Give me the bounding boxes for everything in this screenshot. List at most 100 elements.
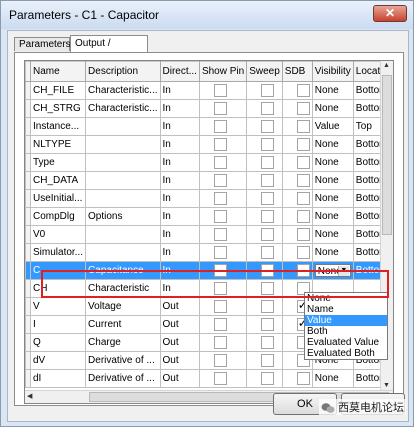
sdb-checkbox[interactable] bbox=[296, 138, 310, 151]
dropdown-option[interactable]: Evaluated Value bbox=[305, 337, 387, 348]
sweep-checkbox[interactable] bbox=[261, 174, 275, 187]
sweep-checkbox[interactable] bbox=[261, 228, 275, 241]
visibility-cell[interactable]: None bbox=[311, 171, 354, 190]
visibility-cell[interactable]: None bbox=[311, 369, 354, 388]
sweep-checkbox[interactable] bbox=[261, 210, 275, 223]
sweep-cell bbox=[246, 189, 283, 208]
sdb-checkbox[interactable] bbox=[296, 210, 310, 223]
visibility-cell[interactable]: Value bbox=[311, 117, 354, 136]
show-pin-checkbox[interactable] bbox=[213, 120, 227, 133]
visibility-cell[interactable]: None bbox=[311, 135, 354, 154]
sweep-cell bbox=[246, 171, 283, 190]
show-pin-cell bbox=[198, 171, 248, 190]
dropdown-option[interactable]: Name bbox=[305, 304, 387, 315]
sweep-cell bbox=[246, 81, 283, 100]
close-button[interactable]: ✕ bbox=[373, 5, 407, 22]
show-pin-cell bbox=[198, 135, 248, 154]
sweep-checkbox[interactable] bbox=[261, 138, 275, 151]
sweep-checkbox[interactable] bbox=[261, 120, 275, 133]
column-header-sweep[interactable]: Sweep bbox=[246, 61, 283, 82]
sdb-checkbox[interactable] bbox=[296, 228, 310, 241]
column-header-description[interactable]: Description bbox=[85, 61, 161, 82]
visibility-cell[interactable]: None bbox=[311, 243, 354, 262]
show-pin-checkbox[interactable] bbox=[213, 300, 227, 313]
table-row[interactable]: Type In None Bottom bbox=[25, 153, 393, 172]
column-header-name[interactable]: Name bbox=[29, 61, 87, 82]
visibility-cell[interactable]: None bbox=[311, 207, 354, 226]
description-cell: Derivative of ... bbox=[85, 369, 161, 388]
scroll-up-icon[interactable]: ▲ bbox=[383, 62, 390, 69]
sweep-checkbox[interactable] bbox=[261, 354, 275, 367]
sdb-cell bbox=[281, 369, 313, 388]
description-cell: Current bbox=[85, 315, 161, 334]
show-pin-checkbox[interactable] bbox=[213, 336, 227, 349]
show-pin-checkbox[interactable] bbox=[213, 84, 227, 97]
table-row[interactable]: CH_FILE Characteristic... In None Bottom bbox=[25, 81, 393, 100]
sdb-checkbox[interactable] bbox=[296, 120, 310, 133]
show-pin-checkbox[interactable] bbox=[213, 138, 227, 151]
show-pin-checkbox[interactable] bbox=[213, 210, 227, 223]
table-row[interactable]: dI Derivative of ... Out None Bottom bbox=[25, 369, 393, 388]
show-pin-checkbox[interactable] bbox=[213, 102, 227, 115]
show-pin-checkbox[interactable] bbox=[213, 174, 227, 187]
dropdown-option[interactable]: Evaluated Both bbox=[305, 348, 387, 359]
sdb-checkbox[interactable] bbox=[296, 156, 310, 169]
show-pin-checkbox[interactable] bbox=[213, 156, 227, 169]
direction-cell: In bbox=[159, 81, 200, 100]
column-header-visibility[interactable]: Visibility bbox=[311, 61, 354, 82]
description-cell bbox=[85, 171, 161, 190]
sdb-checkbox[interactable] bbox=[296, 84, 310, 97]
sweep-checkbox[interactable] bbox=[261, 300, 275, 313]
sweep-checkbox[interactable] bbox=[261, 156, 275, 169]
sdb-checkbox[interactable] bbox=[296, 174, 310, 187]
scroll-down-icon[interactable]: ▼ bbox=[383, 382, 390, 389]
sweep-checkbox[interactable] bbox=[261, 192, 275, 205]
show-pin-cell bbox=[198, 243, 248, 262]
dropdown-option[interactable]: Value bbox=[305, 315, 387, 326]
description-cell bbox=[85, 153, 161, 172]
table-row[interactable]: Instance... In Value Top bbox=[25, 117, 393, 136]
sdb-checkbox[interactable] bbox=[296, 102, 310, 115]
table-row[interactable]: Simulator... In None Bottom bbox=[25, 243, 393, 262]
tab-parameters[interactable]: Parameters bbox=[14, 37, 71, 51]
show-pin-checkbox[interactable] bbox=[213, 192, 227, 205]
description-cell: Options bbox=[85, 207, 161, 226]
sweep-checkbox[interactable] bbox=[261, 246, 275, 259]
sweep-checkbox[interactable] bbox=[261, 84, 275, 97]
column-header-show-pin[interactable]: Show Pin bbox=[198, 61, 248, 82]
table-row[interactable]: CompDlg Options In None Bottom bbox=[25, 207, 393, 226]
sdb-cell bbox=[281, 117, 313, 136]
show-pin-checkbox[interactable] bbox=[213, 228, 227, 241]
show-pin-checkbox[interactable] bbox=[213, 372, 227, 385]
tab-output-display[interactable]: Output / Display bbox=[70, 35, 148, 65]
column-header-sdb[interactable]: SDB bbox=[281, 61, 313, 82]
sweep-checkbox[interactable] bbox=[261, 318, 275, 331]
visibility-cell[interactable]: None bbox=[311, 225, 354, 244]
show-pin-cell bbox=[198, 81, 248, 100]
sweep-cell bbox=[246, 315, 283, 334]
table-row[interactable]: CH_DATA In None Bottom bbox=[25, 171, 393, 190]
column-header-direction[interactable]: Direct... bbox=[159, 61, 200, 82]
visibility-cell[interactable]: None bbox=[311, 189, 354, 208]
show-pin-checkbox[interactable] bbox=[213, 246, 227, 259]
show-pin-checkbox[interactable] bbox=[213, 318, 227, 331]
visibility-cell[interactable]: None bbox=[311, 99, 354, 118]
table-row[interactable]: NLTYPE In None Bottom bbox=[25, 135, 393, 154]
dropdown-option[interactable]: Both bbox=[305, 326, 387, 337]
sweep-checkbox[interactable] bbox=[261, 336, 275, 349]
sweep-checkbox[interactable] bbox=[261, 102, 275, 115]
table-row[interactable]: V0 In None Bottom bbox=[25, 225, 393, 244]
visibility-cell[interactable]: None bbox=[311, 81, 354, 100]
visibility-cell[interactable]: None bbox=[311, 153, 354, 172]
sweep-checkbox[interactable] bbox=[261, 372, 275, 385]
sdb-checkbox[interactable] bbox=[296, 372, 310, 385]
sdb-checkbox[interactable] bbox=[296, 192, 310, 205]
sdb-checkbox[interactable] bbox=[296, 246, 310, 259]
parameters-dialog: Parameters - C1 - Capacitor ✕ Parameters… bbox=[0, 0, 414, 427]
table-row[interactable]: UseInitial... In None Bottom bbox=[25, 189, 393, 208]
description-cell: Derivative of ... bbox=[85, 351, 161, 370]
scroll-left-icon[interactable]: ◀ bbox=[27, 392, 32, 400]
vertical-scroll-thumb[interactable] bbox=[382, 75, 392, 235]
table-row[interactable]: CH_STRG Characteristic... In None Bottom bbox=[25, 99, 393, 118]
show-pin-checkbox[interactable] bbox=[213, 354, 227, 367]
